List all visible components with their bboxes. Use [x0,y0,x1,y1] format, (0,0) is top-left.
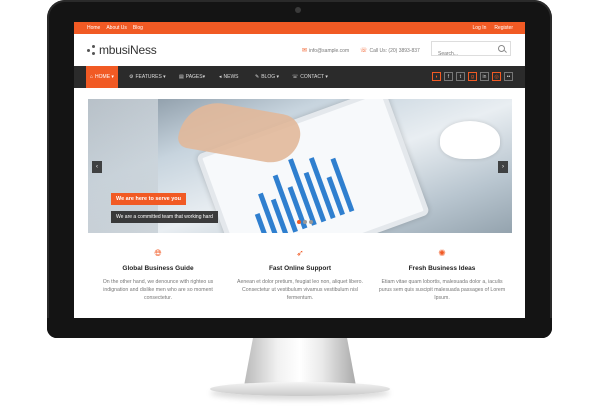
search-input[interactable] [432,47,498,61]
monitor-chin [47,318,552,338]
lightbulb-icon: ✺ [438,248,446,258]
website-screen: Home About Us Blog Log In Register mbusi… [74,22,525,319]
gear-icon: ⚙ [129,74,134,80]
phone-icon: ☏ [292,74,299,80]
register-link[interactable]: Register [494,25,513,31]
email-text: info@sample.com [309,47,350,54]
search-box [431,41,511,61]
email-contact[interactable]: ✉ info@sample.com [302,47,350,55]
feature-title: Global Business Guide [122,265,194,272]
slider-dot-3[interactable] [309,220,313,224]
megaphone-icon: ◂ [219,74,222,80]
monitor-stand [244,338,356,386]
login-link[interactable]: Log In [472,25,486,31]
social-links: ◗ f t g in ◎ •• [432,72,513,81]
feature-title: Fresh Business Ideas [408,265,476,272]
nav-item-features[interactable]: ⚙ FEATURES ▾ [129,66,166,88]
hero-slider[interactable]: ‹ › We are here to serve you We are a co… [88,99,512,233]
flickr-icon[interactable]: •• [504,72,513,81]
feature-text: On the other hand, we denounce with righ… [102,279,214,301]
nav-item-home[interactable]: ⌂ HOME ▾ [86,66,118,88]
feature-online-support: ➶ Fast Online Support Aenean et dolor pr… [230,247,370,302]
slide-caption-title: We are here to serve you [111,193,187,205]
dribbble-icon[interactable]: ◎ [492,72,501,81]
nav-item-news[interactable]: ◂ NEWS [219,66,239,88]
rocket-icon: ➶ [296,248,304,258]
linkedin-icon[interactable]: in [480,72,489,81]
feature-title: Fast Online Support [268,265,332,272]
rss-icon[interactable]: ◗ [432,72,441,81]
slider-pagination [297,220,313,224]
top-link-blog[interactable]: Blog [133,25,143,31]
top-bar: Home About Us Blog Log In Register [74,22,525,34]
envelope-icon: ✉ [302,48,308,54]
nav-item-pages[interactable]: ▤ PAGES▾ [179,66,205,88]
camera [295,7,301,13]
monitor-base [210,382,390,396]
feature-text: Etiam vitae quam lobortis, malesuada dol… [378,279,506,301]
pencil-icon: ✎ [255,74,260,80]
main-nav: ⌂ HOME ▾ ⚙ FEATURES ▾ ▤ PAGES▾ ◂ NEWS ✎ BLOG … [74,66,525,88]
feature-business-ideas: ✺ Fresh Business Ideas Etiam vitae quam … [372,247,512,302]
nav-item-blog[interactable]: ✎ BLOG ▾ [255,66,279,88]
slide-hand-image [176,99,304,168]
feature-global-business: 🌐︎ Global Business Guide On the other ha… [88,247,228,302]
phone-text: Call Us: (20) 3893-837 [369,47,420,54]
logo-text: mbusiNess [99,43,157,57]
slider-dot-1[interactable] [297,220,301,224]
search-icon[interactable] [498,45,505,52]
slider-prev-button[interactable]: ‹ [92,161,102,173]
feature-text: Aenean et dolor pretium, feugiat leo non… [236,279,364,301]
slide-caption-text: We are a committed team that working har… [111,211,218,223]
facebook-icon[interactable]: f [444,72,453,81]
features-section: 🌐︎ Global Business Guide On the other ha… [88,247,512,319]
twitter-icon[interactable]: t [456,72,465,81]
phone-contact: ☏ Call Us: (20) 3893-837 [360,47,420,55]
google-plus-icon[interactable]: g [468,72,477,81]
site-header: mbusiNess ✉ info@sample.com ☏ Call Us: (… [74,34,525,66]
monitor: Home About Us Blog Log In Register mbusi… [47,0,552,338]
slider-next-button[interactable]: › [498,161,508,173]
slide-caption: We are here to serve you We are a commit… [111,187,218,223]
nav-item-contact[interactable]: ☏ CONTACT ▾ [292,66,328,88]
pages-icon: ▤ [179,74,184,80]
phone-icon: ☏ [360,48,368,54]
site-logo[interactable]: mbusiNess [87,43,157,57]
top-link-about[interactable]: About Us [106,25,127,31]
top-link-home[interactable]: Home [87,25,100,31]
slide-coffee-cup-image [440,121,500,159]
home-icon: ⌂ [90,74,94,80]
globe-icon: 🌐︎ [154,248,162,258]
logo-network-icon [87,45,97,55]
slider-dot-2[interactable] [303,220,307,224]
